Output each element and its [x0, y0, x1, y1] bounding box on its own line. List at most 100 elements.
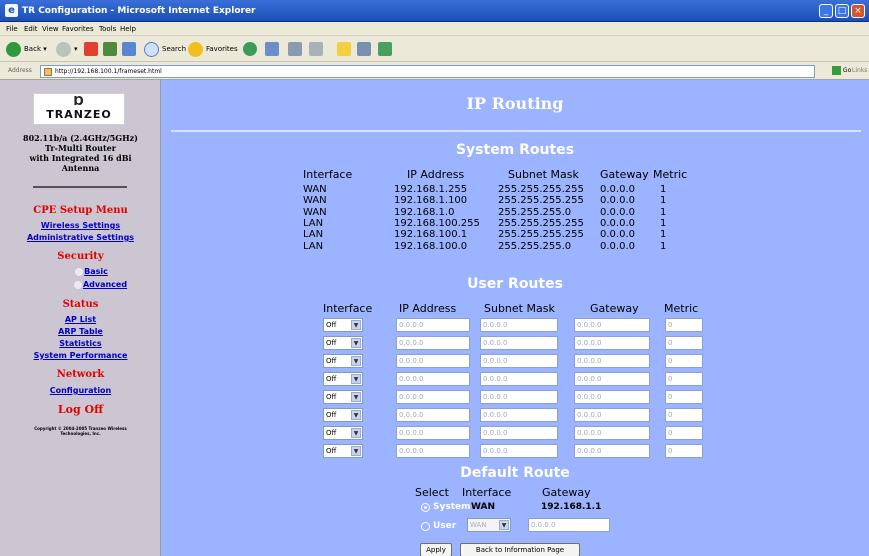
- user-route-interface-select[interactable]: Off ▼: [323, 444, 363, 458]
- browser-window: e TR Configuration - Microsoft Internet …: [0, 0, 869, 556]
- logo-text: TRANZEO: [46, 108, 112, 121]
- user-route-gw-input[interactable]: 0.0.0.0: [574, 408, 650, 422]
- sys-route-metric: 1: [660, 195, 667, 207]
- sys-route-ip: 192.168.100.255: [394, 217, 480, 229]
- user-route-ip-input[interactable]: 0.0.0.0: [396, 372, 470, 386]
- menu-file[interactable]: File: [6, 25, 18, 33]
- sys-route-gateway: 0.0.0.0: [600, 206, 635, 218]
- user-route-metric-input[interactable]: 0: [665, 426, 703, 440]
- user-route-metric-input[interactable]: 0: [665, 318, 703, 332]
- links-button[interactable]: Links: [852, 67, 867, 74]
- user-route-interface-select[interactable]: WAN ▼: [467, 518, 511, 532]
- forward-button[interactable]: ▾: [56, 41, 78, 57]
- user-route-gateway-input[interactable]: 0.0.0.0: [528, 518, 610, 532]
- user-route-mask-input[interactable]: 0.0.0.0: [480, 336, 558, 350]
- sys-route-gateway: 0.0.0.0: [600, 229, 635, 241]
- maximize-icon[interactable]: □: [835, 4, 849, 18]
- sidebar-divider: [33, 186, 127, 188]
- menu-view[interactable]: View: [42, 25, 59, 33]
- system-performance-link[interactable]: System Performance: [34, 351, 128, 360]
- print-icon[interactable]: [309, 42, 323, 56]
- menu-help[interactable]: Help: [120, 25, 136, 33]
- menu-favorites[interactable]: Favorites: [62, 25, 94, 33]
- sys-route-gateway: 0.0.0.0: [600, 217, 635, 229]
- stop-icon[interactable]: [84, 42, 98, 56]
- user-route-gw-input[interactable]: 0.0.0.0: [574, 444, 650, 458]
- user-route-mask-input[interactable]: 0.0.0.0: [480, 408, 558, 422]
- ap-list-link[interactable]: AP List: [65, 315, 96, 324]
- user-route-ip-input[interactable]: 0.0.0.0: [396, 426, 470, 440]
- user-route-interface-select[interactable]: Off ▼: [323, 426, 363, 440]
- menu-tools[interactable]: Tools: [99, 25, 116, 33]
- menu-edit[interactable]: Edit: [24, 25, 38, 33]
- product-line-1: 802.11b/a (2.4GHz/5GHz): [23, 133, 138, 143]
- user-route-gw-input[interactable]: 0.0.0.0: [574, 354, 650, 368]
- configuration-link[interactable]: Configuration: [50, 386, 112, 395]
- logoff-link[interactable]: Log Off: [0, 404, 161, 415]
- user-route-metric-input[interactable]: 0: [665, 372, 703, 386]
- user-route-mask-input[interactable]: 0.0.0.0: [480, 372, 558, 386]
- user-route-mask-input[interactable]: 0.0.0.0: [480, 426, 558, 440]
- user-route-ip-input[interactable]: 0.0.0.0: [396, 390, 470, 404]
- user-route-interface-select[interactable]: Off ▼: [323, 408, 363, 422]
- user-route-gw-input[interactable]: 0.0.0.0: [574, 318, 650, 332]
- sys-header-metric: Metric: [653, 168, 688, 181]
- statistics-link[interactable]: Statistics: [59, 339, 101, 348]
- media-icon[interactable]: [243, 42, 257, 56]
- arp-table-link[interactable]: ARP Table: [58, 327, 103, 336]
- user-route-interface-select[interactable]: Off ▼: [323, 336, 363, 350]
- user-route-gw-input[interactable]: 0.0.0.0: [574, 426, 650, 440]
- user-route-metric-input[interactable]: 0: [665, 336, 703, 350]
- user-route-metric-input[interactable]: 0: [665, 354, 703, 368]
- user-header-interface: Interface: [323, 302, 373, 315]
- sys-header-interface: Interface: [303, 168, 353, 181]
- user-route-mask-input[interactable]: 0.0.0.0: [480, 318, 558, 332]
- user-route-interface-select[interactable]: Off ▼: [323, 372, 363, 386]
- user-header-metric: Metric: [664, 302, 699, 315]
- back-to-information-button[interactable]: Back to Information Page: [460, 543, 580, 556]
- back-button[interactable]: Back ▾: [6, 41, 47, 57]
- user-route-gw-input[interactable]: 0.0.0.0: [574, 372, 650, 386]
- refresh-icon[interactable]: [103, 42, 117, 56]
- user-route-mask-input[interactable]: 0.0.0.0: [480, 444, 558, 458]
- select-value: Off: [326, 357, 337, 365]
- user-route-gw-input[interactable]: 0.0.0.0: [574, 336, 650, 350]
- mail-icon[interactable]: [288, 42, 302, 56]
- discuss-icon[interactable]: [357, 42, 371, 56]
- close-icon[interactable]: ×: [851, 4, 865, 18]
- history-icon[interactable]: [265, 42, 279, 56]
- advanced-link[interactable]: Advanced: [83, 280, 127, 289]
- user-route-interface-select[interactable]: Off ▼: [323, 318, 363, 332]
- edit-icon[interactable]: [337, 42, 351, 56]
- system-route-gateway: 192.168.1.1: [541, 502, 602, 512]
- user-route-ip-input[interactable]: 0.0.0.0: [396, 318, 470, 332]
- user-route-ip-input[interactable]: 0.0.0.0: [396, 408, 470, 422]
- user-route-ip-input[interactable]: 0.0.0.0: [396, 444, 470, 458]
- home-icon[interactable]: [122, 42, 136, 56]
- messenger-icon[interactable]: [378, 42, 392, 56]
- user-route-radio[interactable]: [421, 522, 430, 531]
- user-route-metric-input[interactable]: 0: [665, 408, 703, 422]
- user-route-ip-input[interactable]: 0.0.0.0: [396, 354, 470, 368]
- wireless-settings-link[interactable]: Wireless Settings: [41, 221, 120, 230]
- user-route-gw-input[interactable]: 0.0.0.0: [574, 390, 650, 404]
- minimize-icon[interactable]: _: [819, 4, 833, 18]
- basic-link[interactable]: Basic: [84, 267, 108, 276]
- administrative-settings-link[interactable]: Administrative Settings: [27, 233, 134, 242]
- user-route-metric-input[interactable]: 0: [665, 390, 703, 404]
- address-input[interactable]: http://192.168.100.1/frameset.html: [40, 65, 815, 78]
- go-button[interactable]: Go: [832, 66, 851, 75]
- sys-route-mask: 255.255.255.255: [498, 184, 584, 195]
- user-route-interface-select[interactable]: Off ▼: [323, 390, 363, 404]
- user-route-interface-select[interactable]: Off ▼: [323, 354, 363, 368]
- user-route-mask-input[interactable]: 0.0.0.0: [480, 390, 558, 404]
- apply-button[interactable]: Apply: [420, 543, 452, 556]
- user-route-mask-input[interactable]: 0.0.0.0: [480, 354, 558, 368]
- user-route-ip-input[interactable]: 0.0.0.0: [396, 336, 470, 350]
- favorites-button[interactable]: Favorites: [188, 41, 238, 57]
- sys-route-ip: 192.168.100.1: [394, 229, 468, 241]
- system-route-radio[interactable]: [421, 503, 430, 512]
- sys-route-interface: LAN: [303, 240, 324, 252]
- user-route-metric-input[interactable]: 0: [665, 444, 703, 458]
- search-button[interactable]: Search: [144, 41, 186, 57]
